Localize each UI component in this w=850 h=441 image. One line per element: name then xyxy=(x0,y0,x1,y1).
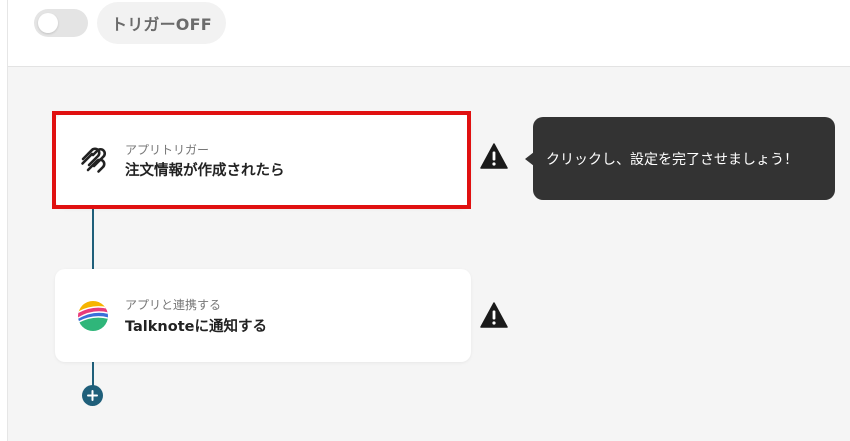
step-connector xyxy=(92,362,94,386)
squarespace-logo-icon xyxy=(81,147,107,173)
warning-icon xyxy=(480,143,508,169)
setup-tooltip: クリックし、設定を完了させましょう！ xyxy=(533,117,835,200)
plus-icon xyxy=(87,390,98,401)
flow-step-action[interactable]: アプリと連携する Talknoteに通知する xyxy=(55,269,471,362)
step-subtitle: アプリと連携する xyxy=(125,298,222,312)
step-connector xyxy=(92,208,94,269)
tooltip-text: クリックし、設定を完了させましょう！ xyxy=(546,151,798,168)
toggle-knob xyxy=(38,13,58,33)
step-subtitle: アプリトリガー xyxy=(125,143,210,157)
trigger-status-pill: トリガーOFF xyxy=(97,2,226,44)
trigger-status-label: トリガーOFF xyxy=(111,15,212,34)
flow-header: トリガーOFF xyxy=(8,0,850,67)
flow-step-trigger[interactable]: アプリトリガー 注文情報が作成されたら xyxy=(55,114,471,208)
add-step-button[interactable] xyxy=(82,385,103,406)
trigger-toggle[interactable] xyxy=(34,9,88,37)
step-title: Talknoteに通知する xyxy=(125,319,267,335)
warning-icon xyxy=(480,302,508,328)
step-title: 注文情報が作成されたら xyxy=(125,163,285,179)
talknote-logo-icon xyxy=(78,301,108,331)
